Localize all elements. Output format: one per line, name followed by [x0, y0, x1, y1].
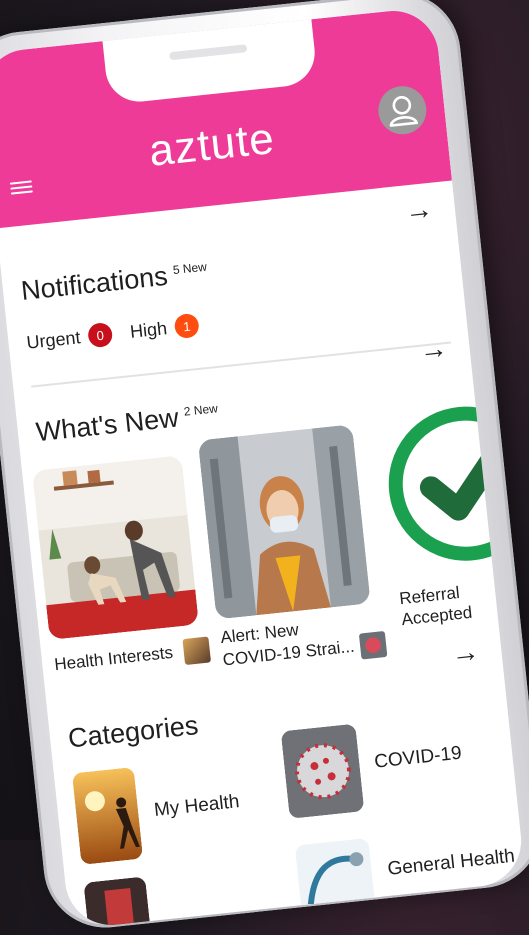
menu-icon[interactable]: [9, 177, 33, 197]
covid-alert-thumbnail: [359, 630, 388, 660]
categories-title: Categories: [66, 710, 200, 754]
health-interests-label: Health Interests: [53, 642, 174, 675]
priority-row: Urgent 0 High 1: [25, 312, 210, 355]
app-screen: aztute → Notifications 5 New Urgent 0 Hig…: [0, 6, 526, 930]
notifications-arrow-icon[interactable]: →: [403, 193, 434, 228]
referral-caption: Referral Accepted: [398, 581, 473, 630]
yoga-photo: [32, 455, 199, 641]
whats-new-title: What's New 2 New: [34, 398, 219, 448]
categories-arrow-icon[interactable]: →: [450, 635, 481, 670]
user-avatar-icon[interactable]: [375, 83, 429, 137]
whats-new-arrow-icon[interactable]: →: [418, 332, 449, 367]
whats-new-count: 2 New: [183, 401, 219, 419]
notifications-title: Notifications 5 New: [20, 257, 209, 307]
category-covid-19[interactable]: COVID-19: [373, 743, 462, 774]
category-my-health[interactable]: My Health: [153, 791, 240, 822]
whats-new-title-text: What's New: [34, 402, 180, 448]
covid-alert-caption: Alert: New COVID-19 Strai...: [219, 610, 388, 674]
category-general-health[interactable]: General Health: [387, 846, 516, 881]
category-photo-partial: [83, 876, 152, 930]
covid-19-image[interactable]: [280, 723, 365, 819]
phone-mockup: aztute → Notifications 5 New Urgent 0 Hig…: [0, 0, 529, 934]
health-interests-card[interactable]: [32, 455, 199, 641]
notifications-title-text: Notifications: [19, 260, 170, 307]
app-logo: aztute: [146, 113, 278, 176]
high-count-badge[interactable]: 1: [173, 312, 200, 340]
covid-alert-card[interactable]: [197, 424, 371, 620]
divider: [31, 341, 452, 388]
runner-sunset-photo: [71, 766, 144, 865]
category-image-partial[interactable]: [83, 876, 152, 930]
health-interests-thumbnail: [182, 636, 211, 666]
health-interests-caption: Health Interests: [53, 636, 211, 678]
high-label: High: [128, 317, 168, 342]
urgent-label: Urgent: [25, 326, 82, 353]
virus-photo: [280, 723, 365, 819]
urgent-count-badge[interactable]: 0: [87, 321, 114, 349]
my-health-image[interactable]: [71, 766, 144, 865]
notifications-new-count: 5 New: [172, 259, 208, 278]
masked-woman-photo: [197, 424, 371, 620]
